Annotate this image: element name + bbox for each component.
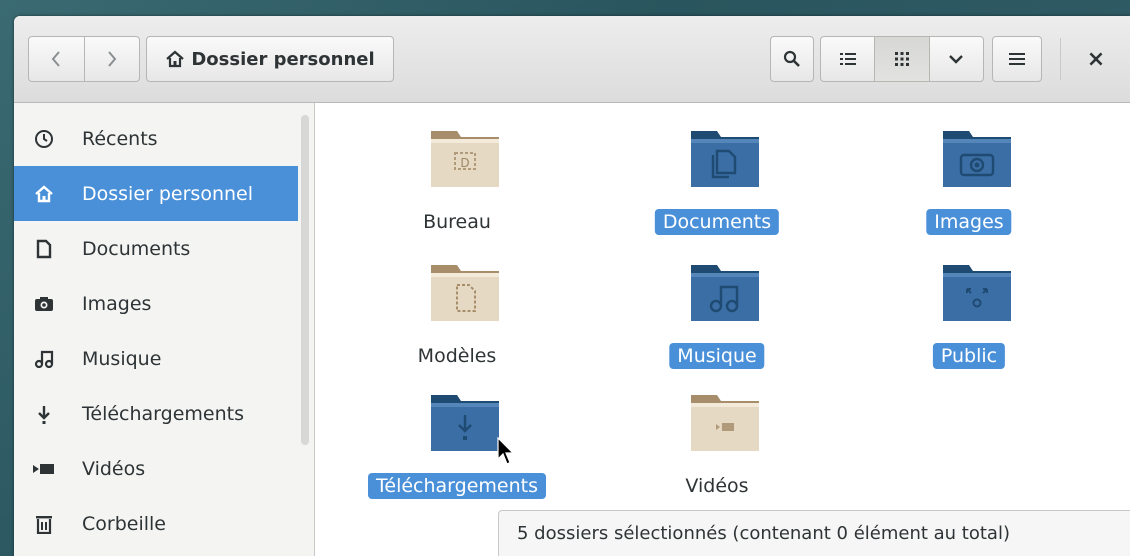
folder-label: Bureau [423, 211, 491, 233]
mouse-pointer-icon [497, 437, 515, 465]
sidebar-item-label: Corbeille [82, 512, 166, 535]
folder-label: Téléchargements [368, 473, 546, 499]
svg-text:D: D [460, 156, 469, 170]
sidebar-item-recents[interactable]: Récents [14, 111, 298, 166]
grid-view-button[interactable] [874, 37, 929, 81]
close-icon: × [1086, 46, 1106, 72]
back-button[interactable] [29, 37, 84, 81]
folder-label: Images [926, 209, 1012, 235]
videos-folder-icon [691, 395, 759, 451]
menu-button[interactable] [992, 36, 1042, 82]
view-mode-buttons [820, 36, 984, 82]
home-icon [166, 50, 185, 68]
download-icon [32, 404, 56, 424]
folder-item-bureau[interactable]: D Bureau [357, 117, 557, 235]
path-bar-home-button[interactable]: Dossier personnel [146, 36, 394, 82]
home-icon [32, 184, 56, 203]
folder-item-public[interactable]: Public [869, 251, 1069, 369]
folder-item-musique[interactable]: Musique [617, 251, 817, 369]
close-button[interactable]: × [1076, 36, 1116, 82]
sidebar-item-home[interactable]: Dossier personnel [14, 166, 298, 221]
documents-folder-icon [691, 131, 759, 187]
selection-status-bar: 5 dossiers sélectionnés (contenant 0 élé… [498, 510, 1130, 556]
header-separator [1060, 38, 1061, 80]
folder-item-documents[interactable]: Documents [617, 117, 817, 235]
file-grid: D Bureau Documents Images Modèles Musiqu… [315, 103, 1130, 556]
view-options-button[interactable] [928, 37, 983, 81]
clock-icon [32, 129, 56, 149]
path-bar-label: Dossier personnel [191, 48, 375, 70]
folder-item-modeles[interactable]: Modèles [357, 251, 557, 369]
folder-item-images[interactable]: Images [869, 117, 1069, 235]
folder-item-telechargements[interactable]: Téléchargements [357, 381, 557, 499]
chevron-down-icon [949, 55, 964, 64]
sidebar: Récents Dossier personnel Documents Imag… [14, 103, 315, 556]
document-icon [32, 239, 56, 259]
search-icon [783, 50, 800, 67]
search-button[interactable] [770, 36, 814, 82]
sidebar-item-downloads[interactable]: Téléchargements [14, 386, 298, 441]
folder-label: Vidéos [685, 475, 749, 497]
forward-button[interactable] [83, 37, 140, 81]
sidebar-item-label: Récents [82, 127, 158, 150]
folder-label: Documents [654, 209, 780, 235]
chevron-left-icon [51, 51, 61, 67]
folder-label: Modèles [417, 345, 497, 367]
navigation-buttons [28, 36, 140, 82]
music-icon [32, 350, 56, 368]
sidebar-item-documents[interactable]: Documents [14, 221, 298, 276]
hamburger-menu-icon [1009, 53, 1025, 65]
templates-folder-icon [431, 265, 499, 321]
sidebar-item-videos[interactable]: Vidéos [14, 441, 298, 496]
desktop-folder-icon: D [431, 131, 499, 187]
list-view-icon [839, 53, 856, 65]
grid-view-icon [894, 52, 909, 66]
sidebar-item-label: Téléchargements [82, 402, 244, 425]
folder-item-videos[interactable]: Vidéos [617, 381, 817, 499]
sidebar-item-music[interactable]: Musique [14, 331, 298, 386]
sidebar-scrollbar[interactable] [301, 115, 309, 445]
sidebar-item-label: Images [82, 292, 152, 315]
trash-icon [32, 514, 56, 534]
folder-label: Musique [669, 343, 765, 369]
public-folder-icon [943, 265, 1011, 321]
music-folder-icon [691, 265, 759, 321]
downloads-folder-icon [431, 395, 499, 451]
folder-label: Public [932, 343, 1006, 369]
sidebar-item-trash[interactable]: Corbeille [14, 496, 298, 551]
sidebar-item-label: Dossier personnel [82, 182, 254, 205]
status-text: 5 dossiers sélectionnés (contenant 0 élé… [517, 523, 1010, 544]
sidebar-item-images[interactable]: Images [14, 276, 298, 331]
chevron-right-icon [107, 51, 117, 67]
sidebar-item-label: Documents [82, 237, 191, 260]
video-icon [32, 462, 56, 476]
sidebar-item-label: Vidéos [82, 457, 146, 480]
camera-icon [32, 296, 56, 312]
file-manager-window: Dossier personnel × Récents Dossier pers… [14, 16, 1130, 556]
header-bar: Dossier personnel × [14, 16, 1130, 103]
sidebar-item-label: Musique [82, 347, 162, 370]
list-view-button[interactable] [821, 37, 874, 81]
pictures-folder-icon [943, 131, 1011, 187]
